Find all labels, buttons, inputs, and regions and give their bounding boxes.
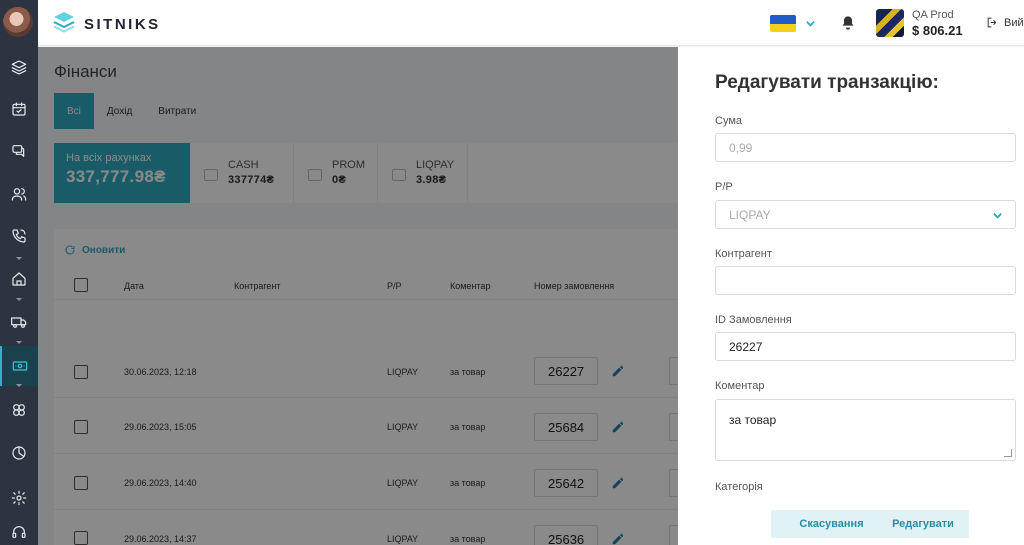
chevron-down-icon bbox=[992, 210, 1003, 224]
account-select[interactable]: LIQPAY bbox=[715, 200, 1016, 229]
ukraine-flag-icon[interactable] bbox=[770, 15, 796, 32]
resize-grip-icon[interactable] bbox=[1004, 449, 1012, 457]
truck-submenu-caret bbox=[16, 341, 22, 344]
drawer-title: Редагувати транзакцію: bbox=[715, 72, 939, 93]
phone-icon[interactable] bbox=[0, 216, 38, 256]
comment-text: за товар bbox=[729, 413, 777, 427]
account-select-value: LIQPAY bbox=[729, 207, 771, 222]
comment-textarea[interactable]: за товар bbox=[715, 399, 1016, 461]
comment-label: Коментар bbox=[715, 380, 765, 392]
logo[interactable]: SITNIKS bbox=[52, 10, 161, 39]
sidebar bbox=[0, 0, 38, 545]
topbar: SITNIKS QA Prod $ 806.21 Вий bbox=[38, 0, 1024, 46]
brand-name: SITNIKS bbox=[84, 16, 161, 33]
bell-icon[interactable] bbox=[840, 15, 856, 36]
chevron-down-icon[interactable] bbox=[805, 16, 816, 34]
account-avatar[interactable] bbox=[876, 9, 904, 37]
account-balance: $ 806.21 bbox=[912, 23, 963, 38]
calendar-icon[interactable] bbox=[0, 89, 38, 129]
logo-mark-icon bbox=[52, 10, 76, 39]
user-avatar[interactable] bbox=[3, 7, 33, 37]
support-icon[interactable] bbox=[0, 512, 38, 545]
order-id-input[interactable]: 26227 bbox=[715, 332, 1016, 361]
logout-icon bbox=[987, 17, 997, 28]
submit-edit-button[interactable]: Редагувати bbox=[877, 510, 969, 538]
integrations-icon[interactable] bbox=[0, 390, 38, 430]
amount-label: Сума bbox=[715, 115, 743, 127]
chat-icon[interactable] bbox=[0, 131, 38, 171]
home-submenu-caret bbox=[16, 298, 22, 301]
account-label: Р/Р bbox=[715, 181, 733, 193]
account-name: QA Prod bbox=[912, 9, 954, 21]
modal-backdrop[interactable] bbox=[38, 47, 678, 545]
cancel-button[interactable]: Скасування bbox=[771, 510, 892, 538]
counterparty-label: Контрагент bbox=[715, 248, 772, 260]
category-label: Категорія bbox=[715, 481, 763, 493]
order-id-label: ID Замовлення bbox=[715, 314, 792, 326]
edit-transaction-drawer: Редагувати транзакцію: Сума 0,99 Р/Р LIQ… bbox=[678, 47, 1024, 545]
amount-input[interactable]: 0,99 bbox=[715, 133, 1016, 162]
users-icon[interactable] bbox=[0, 174, 38, 214]
counterparty-input[interactable] bbox=[715, 266, 1016, 295]
finance-submenu-caret bbox=[16, 384, 22, 387]
finance-icon[interactable] bbox=[0, 346, 38, 386]
truck-icon[interactable] bbox=[0, 302, 38, 342]
logout-label: Вий bbox=[1004, 16, 1024, 29]
home-icon[interactable] bbox=[0, 259, 38, 299]
logout-button[interactable]: Вий bbox=[986, 16, 1024, 29]
layers-icon[interactable] bbox=[0, 47, 38, 87]
analytics-icon[interactable] bbox=[0, 433, 38, 473]
